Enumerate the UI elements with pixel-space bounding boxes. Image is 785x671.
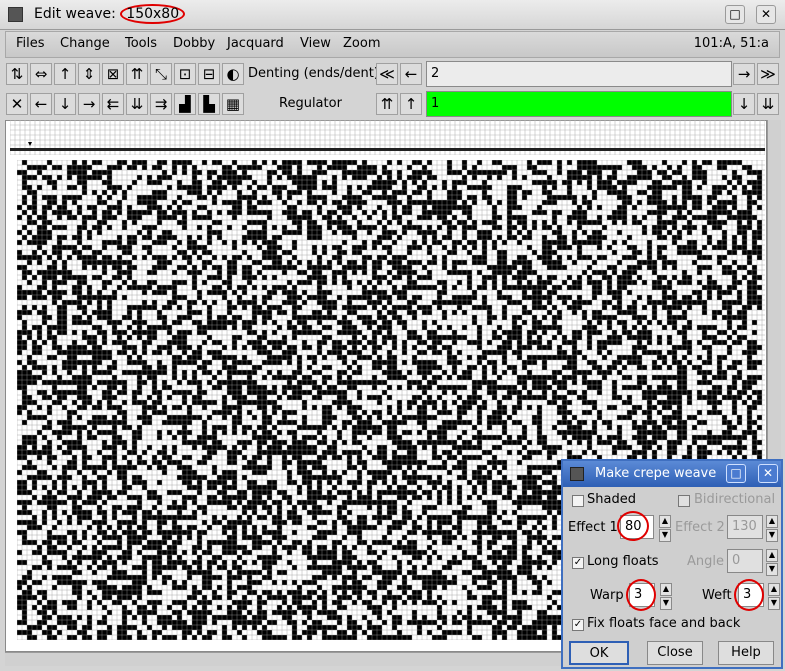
invert-icon[interactable]: ⊠ (102, 63, 124, 85)
menu-change[interactable]: Change (60, 36, 110, 51)
long-floats-checkbox[interactable]: ✓ (572, 557, 584, 569)
menu-view[interactable]: View (300, 36, 331, 51)
flip-horizontal-icon[interactable]: ⇔ (30, 63, 52, 85)
menu-tools[interactable]: Tools (125, 36, 157, 51)
mirror-vertical-icon[interactable]: ⇕ (78, 63, 100, 85)
angle-label: Angle (687, 554, 724, 569)
steps-up-icon[interactable]: ⊡ (174, 63, 196, 85)
long-floats-label: Long floats (587, 554, 659, 569)
cursor-coordinates: 101:A, 51:a (693, 36, 769, 51)
regulator-down-button[interactable]: ↓ (733, 93, 755, 115)
regulator-bottom-button[interactable]: ⇊ (757, 93, 779, 115)
menu-jacquard[interactable]: Jacquard (227, 36, 284, 51)
warp-highlight (626, 579, 656, 611)
denting-input[interactable]: 2 (426, 61, 732, 87)
shift-down-double-icon[interactable]: ⇊ (126, 93, 148, 115)
denting-prev-button[interactable]: ← (400, 63, 422, 85)
regulator-label: Regulator (279, 96, 342, 111)
ramp-down-icon[interactable]: ▙ (198, 93, 220, 115)
denting-next-button[interactable]: → (733, 63, 755, 85)
shift-left-double-icon[interactable]: ⇇ (102, 93, 124, 115)
fix-floats-checkbox[interactable]: ✓ (572, 619, 584, 631)
checker-icon[interactable]: ▦ (222, 93, 244, 115)
ruler-grid (10, 120, 765, 155)
menu-zoom[interactable]: Zoom (343, 36, 380, 51)
shift-right-double-icon[interactable]: ⇉ (150, 93, 172, 115)
angle-spinner[interactable]: ▲ ▼ (766, 549, 778, 576)
window-titlebar: Edit weave: 150x80 □ ✕ (0, 0, 785, 30)
warp-spinner[interactable]: ▲ ▼ (660, 583, 672, 610)
shaded-checkbox[interactable] (572, 495, 584, 507)
close-window-button[interactable]: ✕ (756, 5, 776, 24)
ok-button[interactable]: OK (569, 641, 629, 665)
denting-first-button[interactable]: ≪ (376, 63, 398, 85)
weave-dimensions: 150x80 (120, 4, 186, 24)
title-prefix: Edit weave: (34, 6, 121, 22)
effect1-label: Effect 1 (568, 520, 618, 535)
steps-down-icon[interactable]: ⊟ (198, 63, 220, 85)
fix-floats-label: Fix floats face and back (587, 616, 741, 631)
shift-left-icon[interactable]: ← (30, 93, 52, 115)
effect2-label: Effect 2 (675, 520, 725, 535)
dialog-title: Make crepe weave (595, 466, 717, 481)
flip-vertical-icon[interactable]: ⇅ (6, 63, 28, 85)
crepe-weave-dialog: Make crepe weave □ ✕ Shaded Bidirectiona… (561, 459, 783, 669)
weft-label: Weft (702, 588, 732, 603)
diagonal-icon[interactable]: ⤡ (150, 63, 172, 85)
regulator-top-button[interactable]: ⇈ (376, 93, 398, 115)
shift-up-icon[interactable]: ↑ (54, 63, 76, 85)
menu-dobby[interactable]: Dobby (173, 36, 215, 51)
ramp-up-icon[interactable]: ▟ (174, 93, 196, 115)
half-fill-icon[interactable]: ◐ (222, 63, 244, 85)
app-icon (8, 7, 23, 22)
dialog-close-text-button[interactable]: Close (647, 641, 703, 665)
denting-last-button[interactable]: ≫ (757, 63, 779, 85)
dialog-maximize-button[interactable]: □ (726, 464, 746, 483)
denting-label: Denting (ends/dent) (248, 66, 379, 81)
maximize-button[interactable]: □ (725, 5, 745, 24)
regulator-up-button[interactable]: ↑ (400, 93, 422, 115)
window-title: Edit weave: 150x80 (34, 4, 186, 24)
effect2-spinner[interactable]: ▲ ▼ (766, 515, 778, 542)
shift-right-icon[interactable]: → (78, 93, 100, 115)
shift-up-double-icon[interactable]: ⇈ (126, 63, 148, 85)
bidirectional-label: Bidirectional (694, 492, 776, 507)
clear-icon[interactable]: ✕ (6, 93, 28, 115)
angle-input[interactable]: 0 (727, 549, 763, 573)
effect2-input[interactable]: 130 (727, 515, 763, 539)
menu-files[interactable]: Files (16, 36, 45, 51)
bidirectional-checkbox[interactable] (678, 495, 690, 507)
shaded-label: Shaded (587, 492, 636, 507)
effect1-highlight (617, 511, 649, 541)
effect1-spinner[interactable]: ▲ ▼ (659, 515, 671, 542)
regulator-input[interactable]: 1 (426, 91, 732, 117)
dialog-app-icon (570, 467, 584, 481)
menubar: Files Change Tools Dobby Jacquard View Z… (5, 31, 780, 58)
weft-spinner[interactable]: ▲ ▼ (768, 583, 780, 610)
weft-highlight (734, 579, 764, 611)
dialog-titlebar: Make crepe weave □ ✕ (563, 461, 781, 487)
warp-label: Warp (590, 588, 624, 603)
help-button[interactable]: Help (718, 641, 774, 665)
shift-down-icon[interactable]: ↓ (54, 93, 76, 115)
dialog-close-button[interactable]: ✕ (758, 464, 778, 483)
